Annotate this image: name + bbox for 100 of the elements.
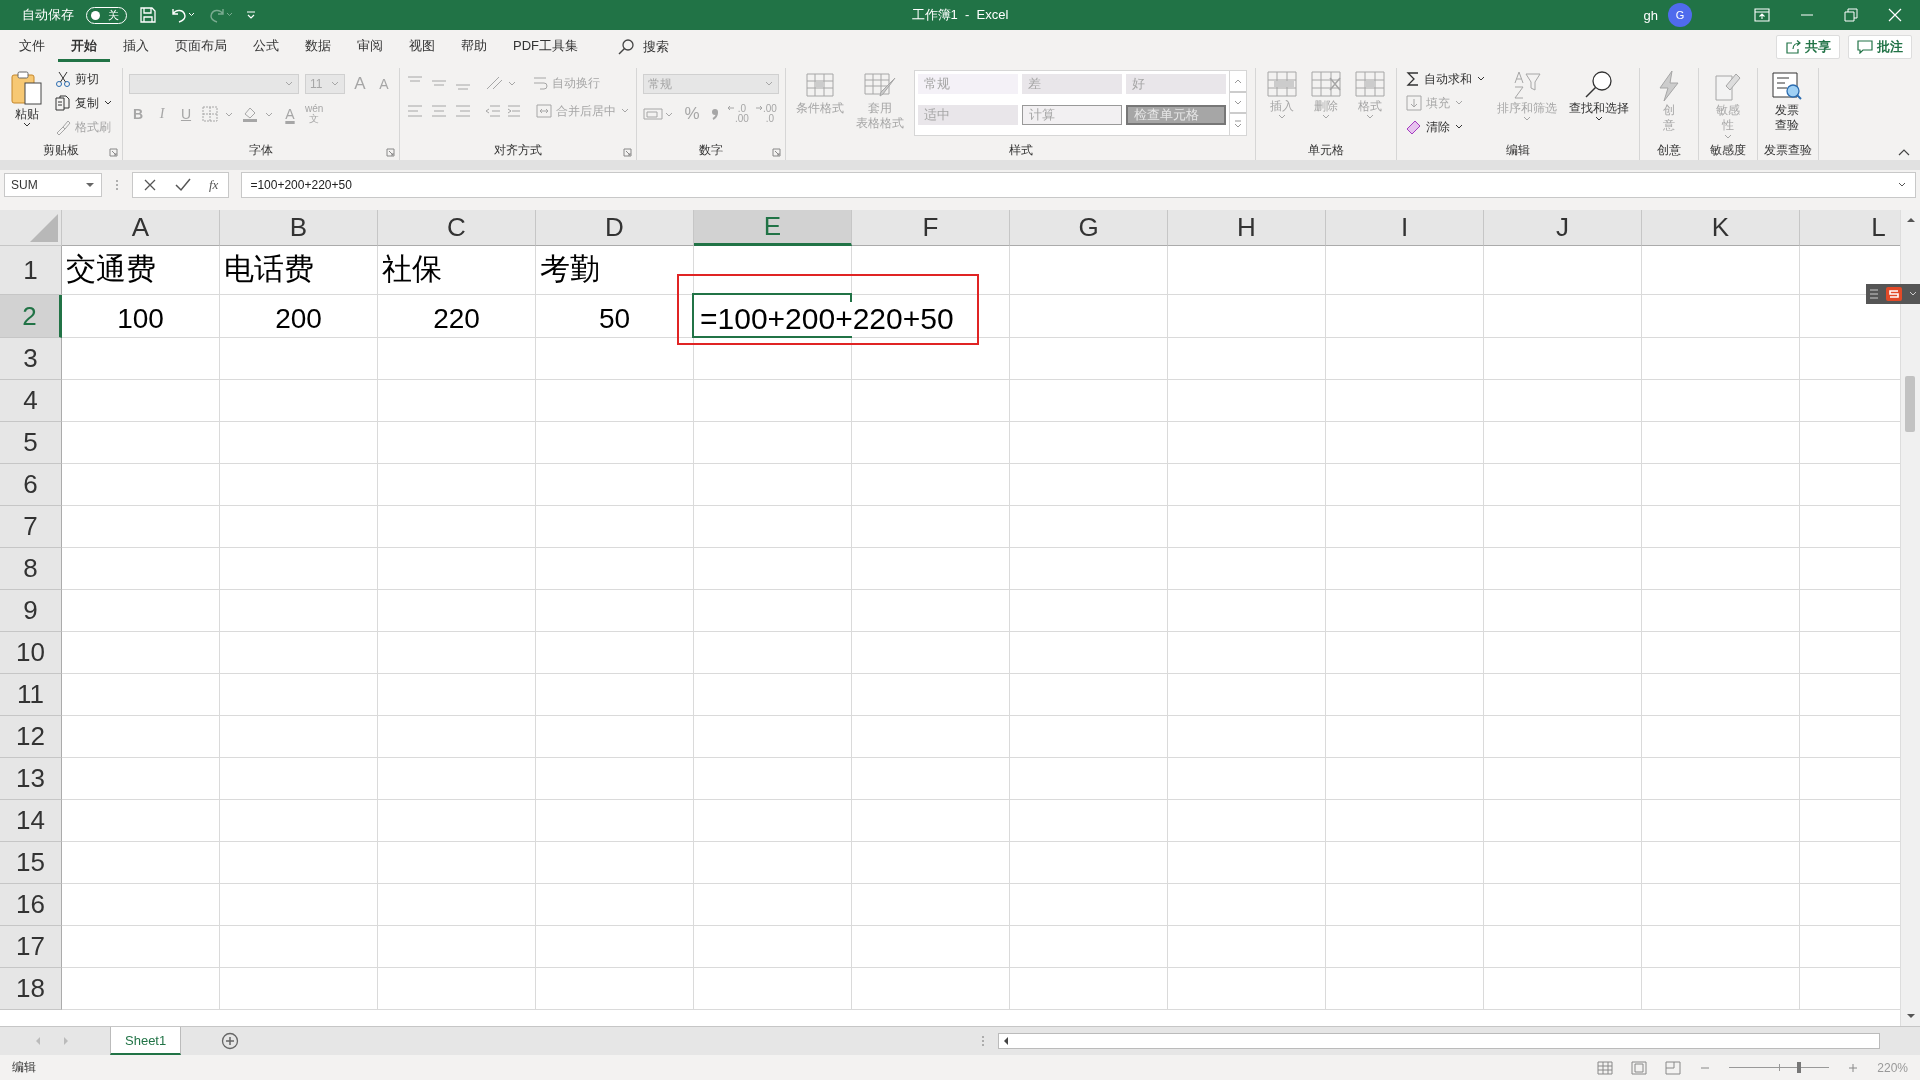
ribbon-tab[interactable]: 审阅 [344,32,396,62]
eraser-icon [1406,119,1422,135]
ribbon-tab[interactable]: 帮助 [448,32,500,62]
ribbon-tab[interactable]: 视图 [396,32,448,62]
column-header[interactable]: G [1010,210,1168,246]
row-header[interactable]: 15 [0,842,62,884]
comments-button[interactable]: 批注 [1848,35,1912,59]
table-cell: 社保 [378,246,536,295]
ribbon-tab[interactable]: PDF工具集 [500,32,591,62]
lightning-icon [1656,70,1682,102]
scrollbar-thumb[interactable] [1905,376,1915,432]
name-box[interactable]: SUM [4,173,102,197]
row-header[interactable]: 2 [0,295,62,338]
column-header[interactable]: K [1642,210,1800,246]
dialog-launcher-icon[interactable] [623,148,632,157]
dialog-launcher-icon[interactable] [772,148,781,157]
caret-icon [284,81,294,87]
gallery-scroll-icon[interactable] [1229,71,1246,135]
zoom-in-icon[interactable] [1847,1061,1860,1074]
row-header[interactable]: 5 [0,422,62,464]
row-header[interactable]: 13 [0,758,62,800]
row-header[interactable]: 10 [0,632,62,674]
row-header[interactable]: 14 [0,800,62,842]
user-avatar[interactable]: G [1668,3,1692,27]
formula-input[interactable]: =100+200+220+50 [241,172,1916,198]
share-button[interactable]: 共享 [1776,35,1840,59]
wrap-text-icon [532,75,548,91]
ribbon-group-label: 敏感度 [1710,142,1746,160]
column-header[interactable]: D [536,210,694,246]
row-header[interactable]: 11 [0,674,62,716]
collapse-ribbon-icon[interactable] [1898,148,1910,156]
close-icon[interactable] [1888,8,1902,22]
cut-button[interactable]: 剪切 [52,68,116,90]
row-header[interactable]: 9 [0,590,62,632]
caret-icon [1321,114,1331,121]
row-header[interactable]: 8 [0,548,62,590]
row-header[interactable]: 17 [0,926,62,968]
ribbon-tab[interactable]: 插入 [110,32,162,62]
column-header[interactable]: J [1484,210,1642,246]
ribbon-tab[interactable]: 文件 [6,32,58,62]
column-header[interactable]: C [378,210,536,246]
column-header[interactable]: F [852,210,1010,246]
insert-function-button[interactable]: fx [209,177,219,193]
caret-icon [22,122,32,129]
find-select-button[interactable]: 查找和选择 [1565,68,1633,125]
cancel-icon[interactable] [143,178,157,192]
invoice-check-button[interactable]: 发票 查验 [1764,68,1810,135]
ribbon-display-icon[interactable] [1754,8,1770,22]
zoom-slider-thumb[interactable] [1797,1062,1802,1073]
ribbon-group-label: 数字 [699,141,723,159]
split-handle-icon[interactable] [980,1034,986,1048]
column-header[interactable]: L [1800,210,1900,246]
horizontal-scrollbar[interactable] [998,1033,1880,1049]
sheet-tab[interactable]: Sheet1 [110,1027,182,1055]
column-header[interactable]: E [694,210,852,246]
clear-button[interactable]: 清除 [1403,116,1489,138]
column-header[interactable]: B [220,210,378,246]
dialog-launcher-icon[interactable] [386,148,395,157]
row-header[interactable]: 12 [0,716,62,758]
paste-button[interactable]: 粘贴 [6,68,48,131]
column-header[interactable]: H [1168,210,1326,246]
page-layout-icon[interactable] [1631,1060,1648,1075]
vertical-scrollbar[interactable] [1900,210,1920,1026]
triangle-icon [29,213,59,243]
row-header[interactable]: 16 [0,884,62,926]
arrow-icon [727,104,735,112]
column-header[interactable]: A [62,210,220,246]
search-icon[interactable] [617,38,635,56]
row-header[interactable]: 4 [0,380,62,422]
ribbon-tab[interactable]: 页面布局 [162,32,240,62]
copy-button[interactable]: 复制 [52,92,116,114]
ribbon-tab[interactable]: 数据 [292,32,344,62]
check-icon[interactable] [175,178,191,192]
search-label[interactable]: 搜索 [643,38,669,56]
row-header[interactable]: 18 [0,968,62,1010]
resize-handle-icon[interactable] [114,178,120,192]
restore-icon[interactable] [1844,8,1858,22]
sum-button[interactable]: 自动求和 [1403,68,1489,90]
status-mode: 编辑 [12,1059,36,1076]
user-name: gh [1643,7,1658,23]
add-sheet-icon[interactable] [221,1032,240,1050]
page-break-icon[interactable] [1665,1060,1682,1075]
column-header[interactable]: I [1326,210,1484,246]
sort-filter-icon [1512,70,1542,100]
sigma-icon [1406,71,1420,87]
customize-caret-icon[interactable] [245,9,257,21]
row-header[interactable]: 3 [0,338,62,380]
caret-icon [1277,114,1287,121]
row-header[interactable]: 1 [0,246,62,295]
ime-toolbar-icon[interactable] [1866,284,1920,304]
ribbon-tab[interactable]: 公式 [240,32,292,62]
ribbon-tab[interactable]: 开始 [58,32,110,62]
ribbon-group-label: 剪贴板 [43,141,79,159]
row-header[interactable]: 7 [0,506,62,548]
dialog-launcher-icon[interactable] [109,148,118,157]
row-header[interactable]: 6 [0,464,62,506]
undo-icon[interactable] [169,6,195,24]
select-all-corner[interactable] [0,210,62,246]
normal-view-icon[interactable] [1597,1060,1614,1075]
save-icon[interactable] [139,6,157,24]
